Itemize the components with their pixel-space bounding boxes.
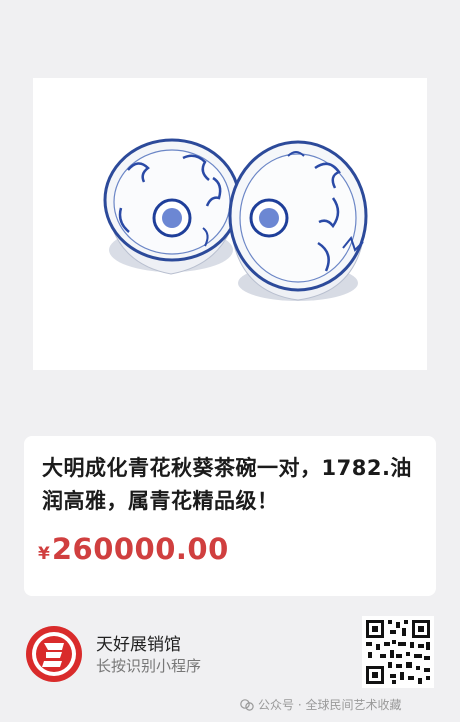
left-bowl: [103, 138, 241, 275]
miniprogram-qr-code[interactable]: [362, 616, 434, 688]
wechat-official-account-icon: [240, 698, 254, 712]
right-bowl: [228, 140, 368, 301]
product-info[interactable]: 大明成化青花秋葵茶碗一对，1782.油润高雅，属青花精品级！ ¥260000.0…: [24, 436, 436, 596]
price-value: 260000.00: [51, 532, 229, 566]
watermark: 公众号 · 全球民间艺术收藏: [240, 696, 401, 713]
share-footer: 天好展销馆 长按识别小程序 公众号 · 全球民间艺术收藏: [0, 612, 460, 722]
product-image[interactable]: [33, 78, 427, 370]
porcelain-bowls-image: [103, 138, 368, 301]
shop-name[interactable]: 天好展销馆: [96, 630, 181, 655]
miniprogram-hint: 长按识别小程序: [96, 657, 202, 675]
product-share-card: 大明成化青花秋葵茶碗一对，1782.油润高雅，属青花精品级！ ¥260000.0…: [0, 0, 460, 722]
product-title: 大明成化青花秋葵茶碗一对，1782.油润高雅，属青花精品级！: [42, 456, 412, 513]
price-currency-symbol: ¥: [38, 544, 50, 564]
shop-logo-icon: [24, 624, 84, 684]
product-price: ¥260000.00: [38, 532, 229, 566]
watermark-text: 公众号 · 全球民间艺术收藏: [258, 698, 402, 712]
